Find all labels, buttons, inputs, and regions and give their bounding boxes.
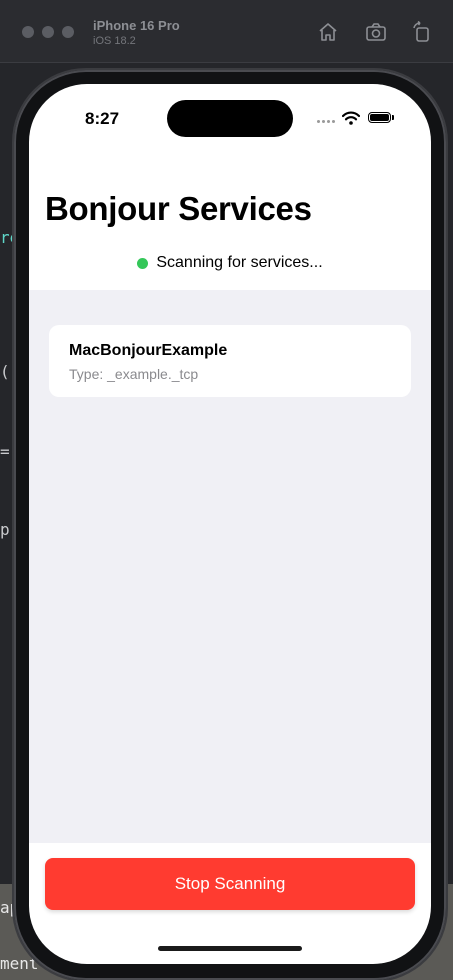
home-indicator[interactable] [158,946,302,951]
phone-screen: 8:27 Bonjour Services Scanning for servi… [29,84,431,964]
scan-status-text: Scanning for services... [156,254,323,271]
services-list[interactable]: MacBonjourExample Type: _example._tcp [29,290,431,843]
rotate-icon[interactable] [410,20,434,44]
window-close-button[interactable] [22,26,34,38]
os-version: iOS 18.2 [93,35,136,47]
window-zoom-button[interactable] [62,26,74,38]
list-item[interactable]: MacBonjourExample Type: _example._tcp [49,325,411,397]
status-bar-time: 8:27 [85,109,120,128]
window-minimize-button[interactable] [42,26,54,38]
iphone-frame: 8:27 Bonjour Services Scanning for servi… [14,70,446,980]
home-icon[interactable] [316,20,340,44]
editor-fragment: ( [0,362,10,381]
device-name: iPhone 16 Pro [93,18,180,33]
scan-status: Scanning for services... [29,254,431,272]
stop-scanning-button[interactable]: Stop Scanning [45,858,415,910]
screenshot-icon[interactable] [364,20,388,44]
battery-icon [368,112,391,123]
service-name: MacBonjourExample [69,342,228,359]
page-title: Bonjour Services [45,190,312,227]
editor-fragment: p [0,520,10,539]
simulator-window: re ( = p ap ment iPhone 16 Pro iOS 18.2 [0,0,453,980]
dynamic-island [167,100,293,137]
wifi-icon [341,111,361,130]
service-type: Type: _example._tcp [69,366,199,382]
battery-tip [392,115,394,120]
editor-fragment: = [0,442,10,461]
status-indicator-dot [137,257,149,269]
simulator-toolbar: iPhone 16 Pro iOS 18.2 [0,0,453,63]
cellular-signal-icon [317,120,335,123]
